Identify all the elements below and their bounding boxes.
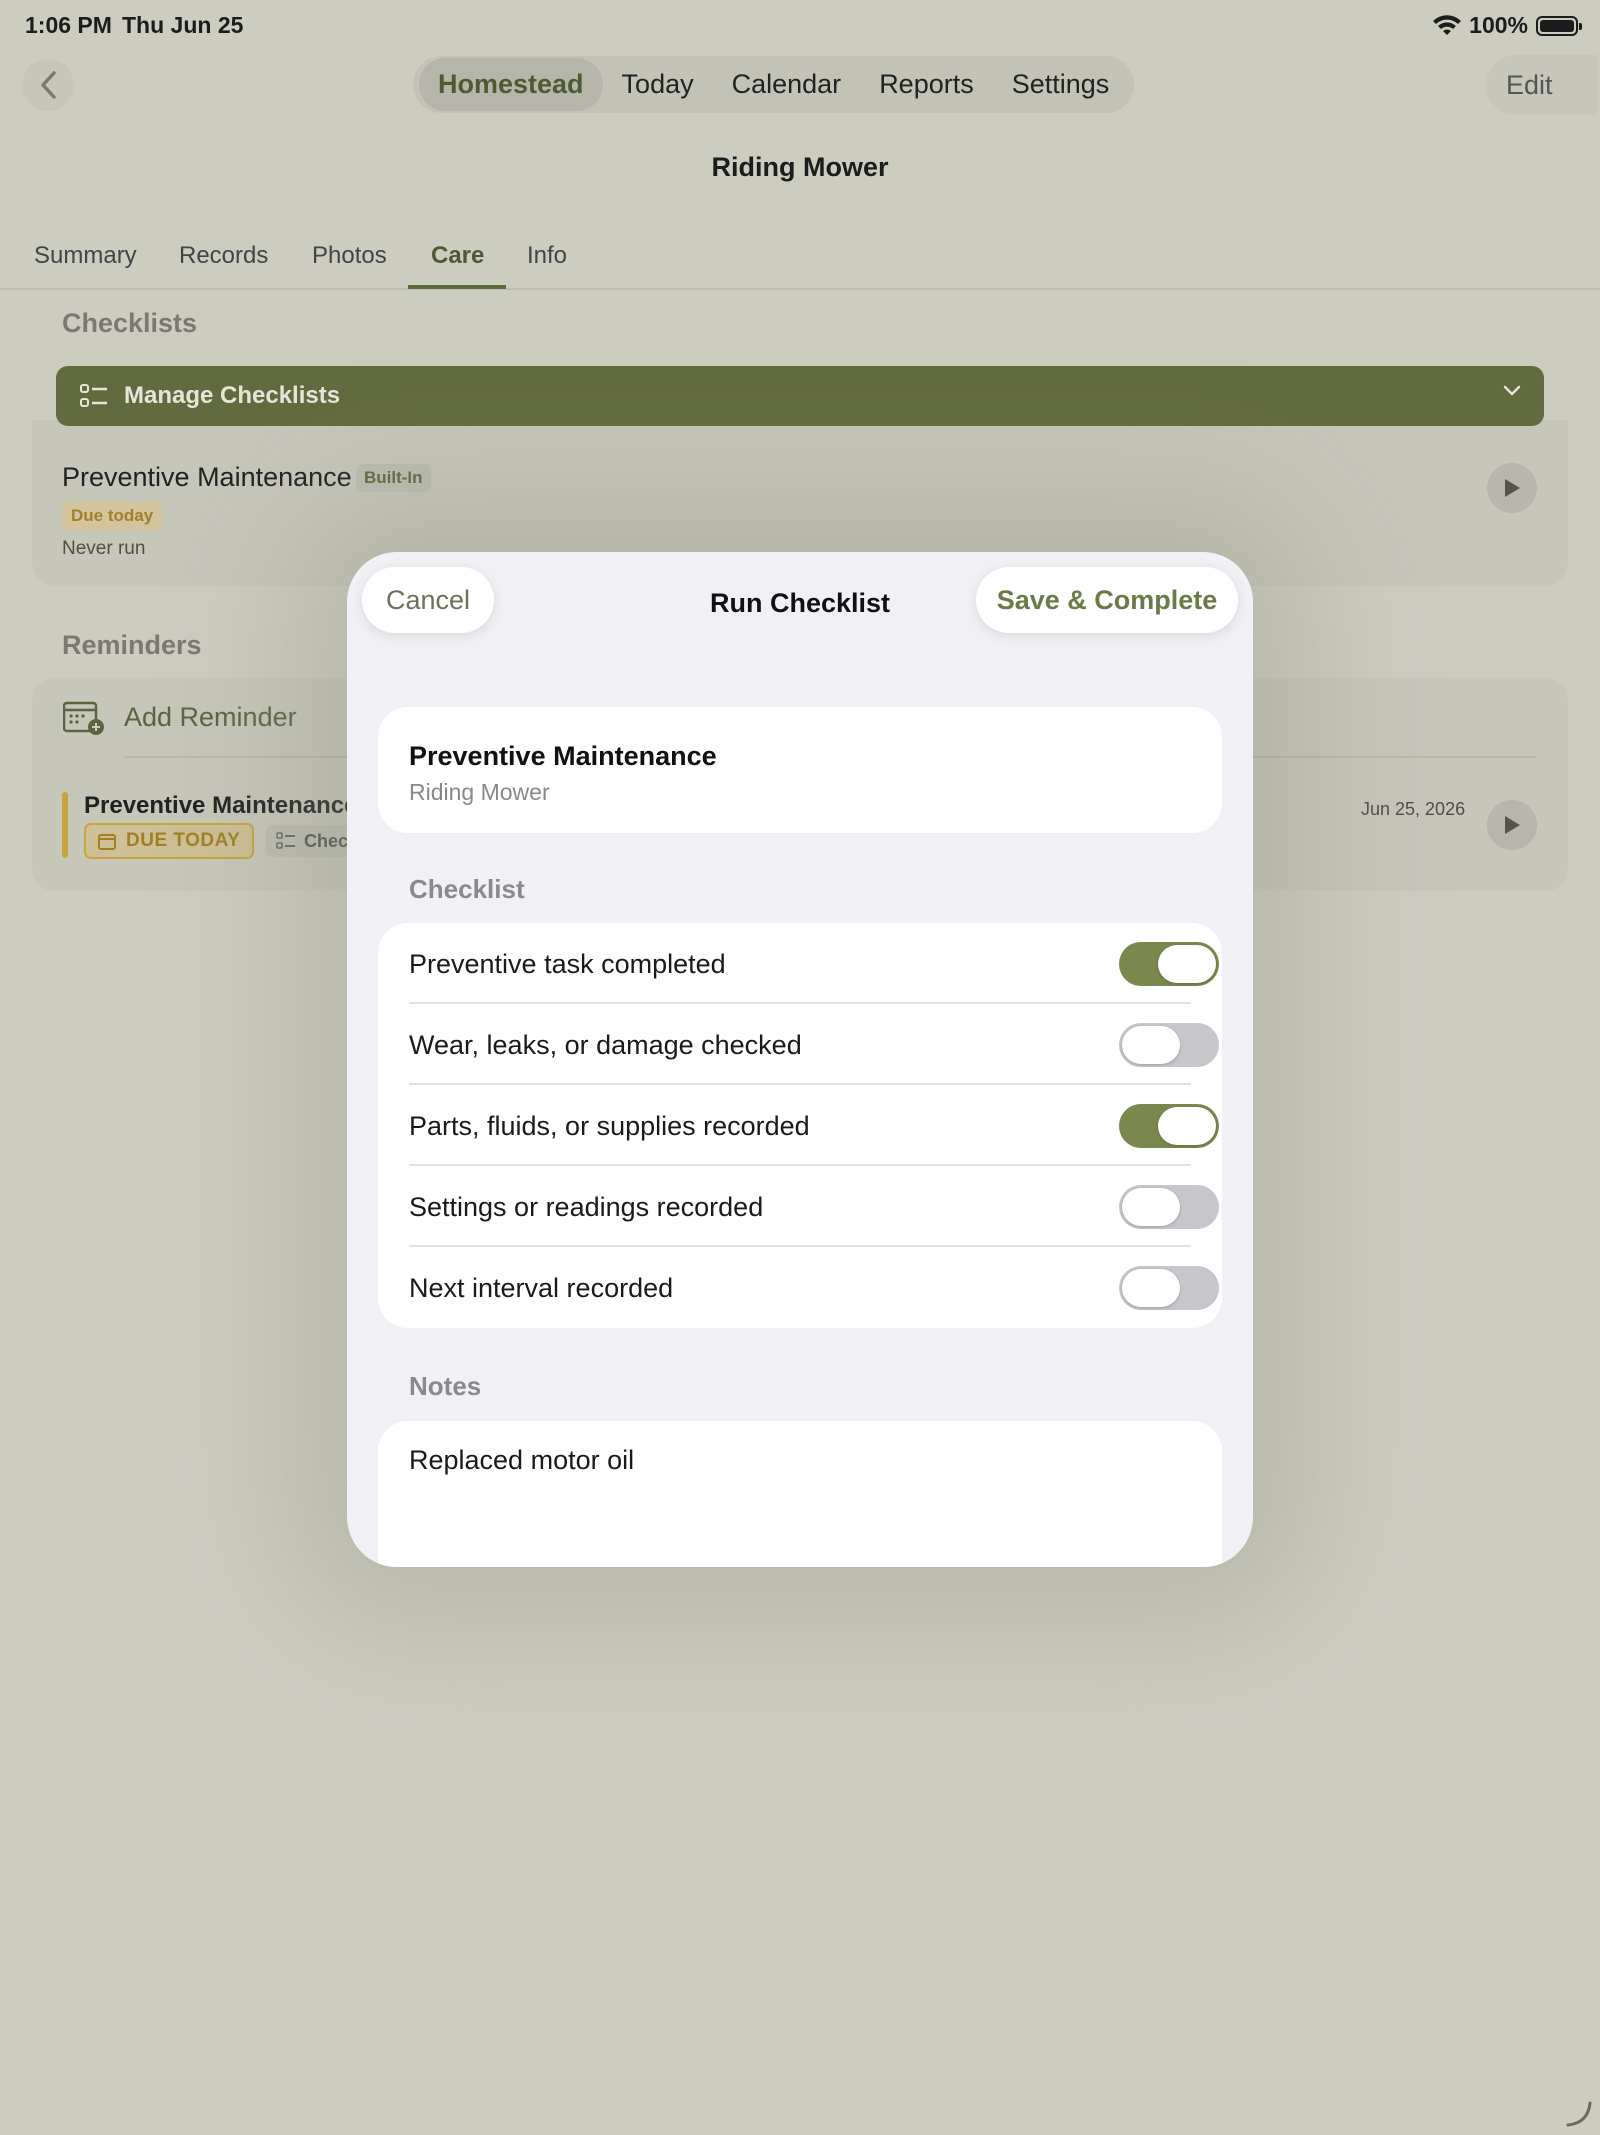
subtab-care[interactable]: Care [431,242,484,270]
checklist-items-card: Preventive task completed Wear, leaks, o… [378,923,1222,1328]
manage-checklists-label: Manage Checklists [124,382,341,409]
edit-button[interactable]: Edit [1486,55,1598,115]
resize-handle-icon[interactable] [1564,2099,1594,2129]
notes-field[interactable]: Replaced motor oil [378,1421,1222,1567]
subtab-info[interactable]: Info [527,242,567,270]
page-title: Riding Mower [711,152,889,182]
run-reminder-button[interactable] [1487,800,1537,850]
reminder-title: Preventive Maintenance [84,792,358,819]
checklist-row: Settings or readings recorded [409,1166,1219,1247]
due-badge: Due today [62,502,163,530]
run-checklist-modal: Cancel Run Checklist Save & Complete Pre… [347,552,1253,1567]
tab-today[interactable]: Today [603,58,713,111]
checklist-section-title: Checklist [409,874,525,904]
notes-text: Replaced motor oil [409,1445,635,1475]
checklist-chip: Chec [266,825,359,857]
subtab-records[interactable]: Records [179,242,268,270]
checklists-section-title: Checklists [62,308,198,338]
summary-title: Preventive Maintenance [409,741,717,771]
checklist-row-label: Wear, leaks, or damage checked [409,1030,802,1060]
tab-calendar[interactable]: Calendar [713,58,861,111]
tab-homestead[interactable]: Homestead [419,58,603,111]
subtab-summary[interactable]: Summary [34,242,137,270]
calendar-icon [98,833,116,850]
save-complete-button[interactable]: Save & Complete [976,567,1238,633]
checklist-chip-label: Chec [304,830,349,851]
checklist-summary-card: Preventive Maintenance Riding Mower [378,707,1222,833]
status-date: Thu Jun 25 [122,12,244,38]
checklist-icon [276,832,295,849]
add-reminder-button[interactable]: Add Reminder [124,702,297,733]
play-icon [1505,479,1520,497]
checklist-row-label: Parts, fluids, or supplies recorded [409,1111,810,1141]
due-today-chip: DUE TODAY [84,823,255,859]
status-indicators: 100% [1433,12,1582,39]
status-bar: 1:06 PM Thu Jun 25 100% [0,0,1600,50]
summary-subtitle: Riding Mower [409,779,550,805]
chevron-left-icon [41,71,56,99]
battery-percent: 100% [1469,12,1528,38]
checklist-toggle[interactable] [1119,1185,1219,1229]
notes-section-title: Notes [409,1371,482,1401]
tab-settings[interactable]: Settings [993,58,1129,111]
checklist-row: Preventive task completed [409,923,1219,1004]
checklist-row-label: Settings or readings recorded [409,1192,764,1222]
checklist-toggle[interactable] [1119,1266,1219,1310]
calendar-add-icon [63,701,104,735]
tab-reports[interactable]: Reports [860,58,993,111]
back-button[interactable] [22,59,74,111]
battery-icon [1536,15,1582,36]
chevron-down-icon [1503,385,1521,396]
checklist-item-title: Preventive Maintenance [62,462,352,492]
due-today-label: DUE TODAY [126,830,241,851]
checklist-toggle[interactable] [1119,1023,1219,1067]
reminders-section-title: Reminders [62,630,202,660]
subtab-underline [408,285,506,289]
checklist-row: Next interval recorded [409,1247,1219,1328]
checklist-icon [80,384,107,407]
checklist-row-label: Next interval recorded [409,1273,674,1303]
run-checklist-button[interactable] [1487,463,1537,513]
last-run-text: Never run [62,538,146,559]
built-in-badge: Built-In [356,464,431,492]
reminder-accent-bar [62,792,68,858]
status-time: 1:06 PM [25,12,112,38]
checklist-row-label: Preventive task completed [409,949,726,979]
checklist-row: Parts, fluids, or supplies recorded [409,1085,1219,1166]
reminder-date: Jun 25, 2026 [1361,799,1466,819]
subtab-photos[interactable]: Photos [312,242,387,270]
top-tab-bar: Homestead Today Calendar Reports Setting… [413,56,1135,113]
sub-tab-bar: Summary Records Photos Care Info [0,236,1600,290]
checklist-row: Wear, leaks, or damage checked [409,1004,1219,1085]
checklist-toggle[interactable] [1119,942,1219,986]
play-icon [1505,816,1520,834]
wifi-icon [1433,14,1462,35]
nav-bar: Homestead Today Calendar Reports Setting… [0,55,1600,115]
checklist-toggle[interactable] [1119,1104,1219,1148]
manage-checklists-button[interactable]: Manage Checklists [56,366,1544,426]
